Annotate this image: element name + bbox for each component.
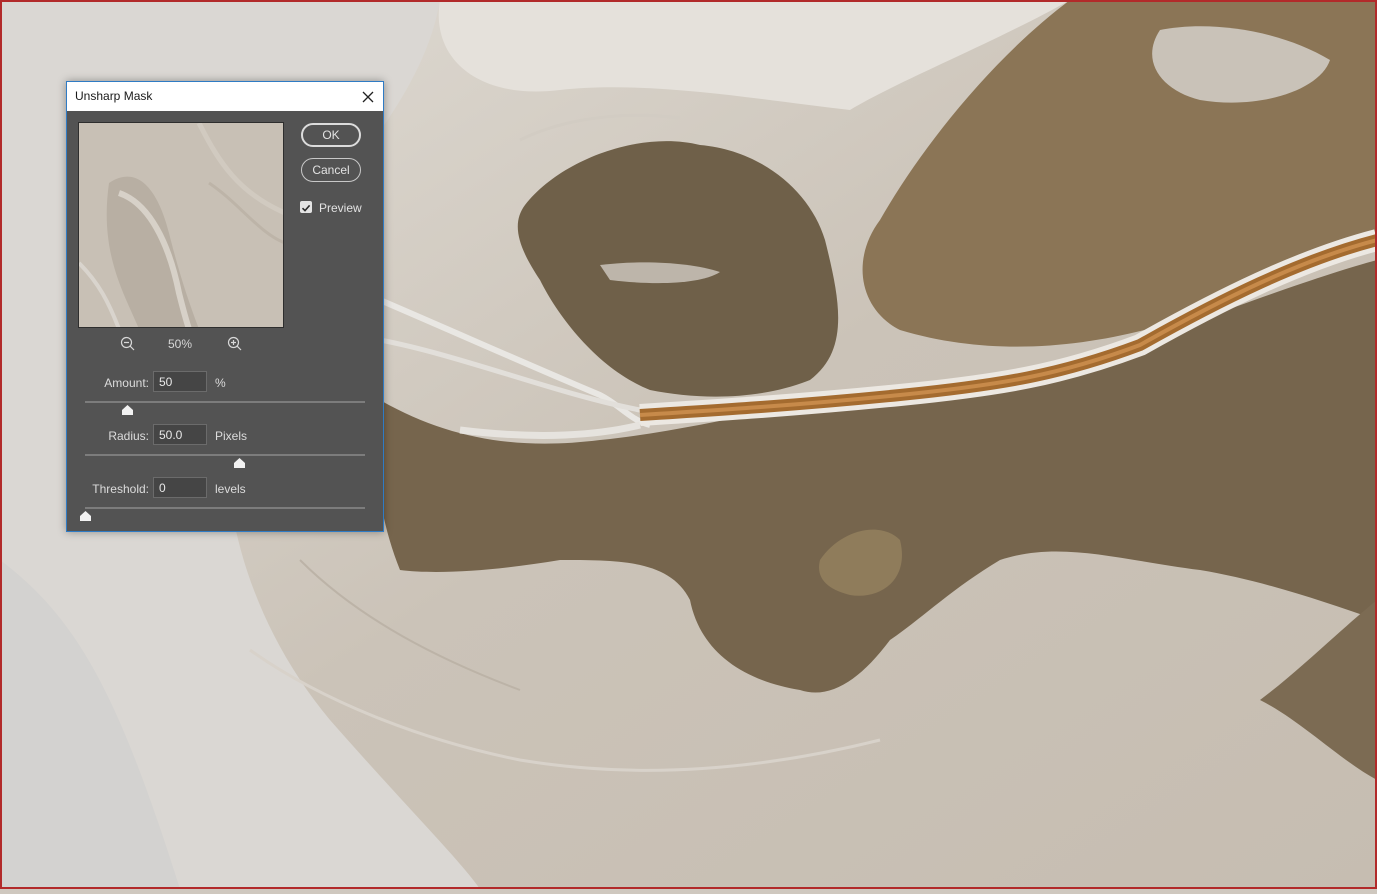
threshold-slider-track[interactable] xyxy=(85,507,365,509)
zoom-in-icon xyxy=(227,336,242,351)
zoom-level: 50% xyxy=(167,337,193,351)
radius-unit: Pixels xyxy=(215,429,248,443)
threshold-slider-thumb[interactable] xyxy=(79,511,91,521)
amount-unit: % xyxy=(215,376,226,390)
close-button[interactable] xyxy=(353,82,383,111)
amount-input[interactable] xyxy=(153,371,207,392)
amount-slider-track[interactable] xyxy=(85,401,365,403)
radius-slider-thumb[interactable] xyxy=(233,458,245,468)
amount-slider-thumb[interactable] xyxy=(121,405,133,415)
cancel-button[interactable]: Cancel xyxy=(301,158,361,182)
preview-label: Preview xyxy=(319,201,362,215)
zoom-out-button[interactable] xyxy=(120,336,136,352)
zoom-controls: 50% xyxy=(115,336,245,354)
threshold-unit: levels xyxy=(215,482,246,496)
zoom-out-icon xyxy=(120,336,135,351)
close-icon xyxy=(362,91,374,102)
checkmark-icon xyxy=(301,204,311,212)
threshold-input[interactable] xyxy=(153,477,207,498)
unsharp-mask-dialog: Unsharp Mask 50% OK Cancel Preview Amoun… xyxy=(66,81,384,532)
preview-checkbox[interactable] xyxy=(300,201,312,213)
preview-window[interactable] xyxy=(78,122,284,328)
amount-label: Amount: xyxy=(104,376,149,390)
radius-input[interactable] xyxy=(153,424,207,445)
dialog-titlebar[interactable]: Unsharp Mask xyxy=(67,82,383,111)
zoom-in-button[interactable] xyxy=(227,336,243,352)
threshold-label: Threshold: xyxy=(92,482,149,496)
radius-slider-track[interactable] xyxy=(85,454,365,456)
ok-button[interactable]: OK xyxy=(301,123,361,147)
preview-image xyxy=(79,123,283,327)
dialog-title: Unsharp Mask xyxy=(75,89,153,103)
radius-label: Radius: xyxy=(108,429,149,443)
